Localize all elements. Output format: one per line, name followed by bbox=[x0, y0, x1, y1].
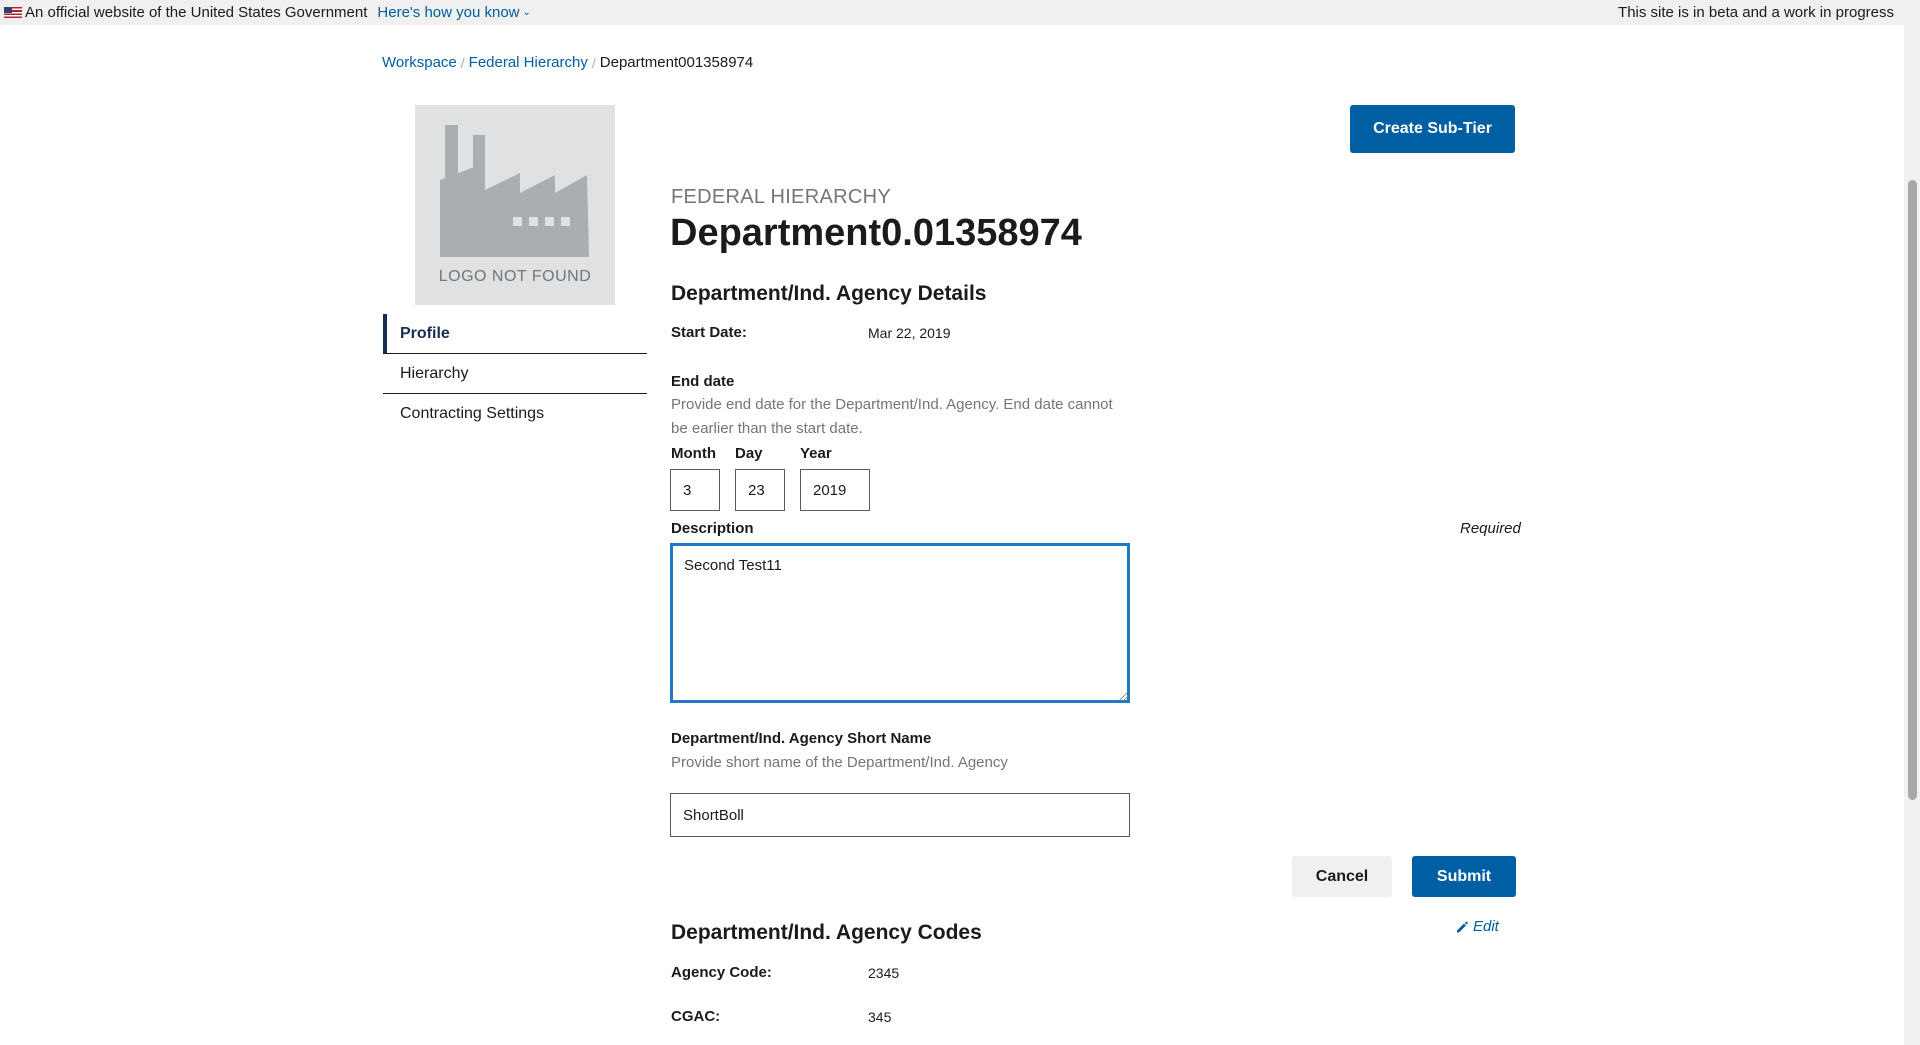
create-sub-tier-button[interactable]: Create Sub-Tier bbox=[1350, 105, 1515, 153]
end-date-month-input[interactable] bbox=[670, 469, 720, 511]
resize-handle-icon[interactable] bbox=[1119, 692, 1128, 701]
submit-button[interactable]: Submit bbox=[1412, 856, 1516, 897]
breadcrumb-separator: / bbox=[591, 54, 596, 71]
end-date-year-input[interactable] bbox=[800, 469, 870, 511]
cancel-button[interactable]: Cancel bbox=[1292, 856, 1392, 897]
cgac-value: 345 bbox=[868, 1009, 892, 1025]
side-navigation: Profile Hierarchy Contracting Settings bbox=[383, 314, 647, 434]
sidenav-item-profile[interactable]: Profile bbox=[383, 314, 647, 354]
sidenav-item-contracting-settings[interactable]: Contracting Settings bbox=[383, 394, 647, 434]
short-name-input[interactable] bbox=[670, 793, 1130, 837]
breadcrumb-current: Department001358974 bbox=[599, 54, 754, 71]
breadcrumb-federal-hierarchy[interactable]: Federal Hierarchy bbox=[469, 54, 588, 71]
chevron-down-icon: ⌄ bbox=[522, 7, 531, 18]
start-date-value: Mar 22, 2019 bbox=[868, 325, 951, 341]
agency-code-label: Agency Code: bbox=[671, 964, 772, 981]
how-you-know-label: Here's how you know bbox=[377, 4, 520, 21]
year-label: Year bbox=[800, 445, 832, 462]
end-date-day-input[interactable] bbox=[735, 469, 785, 511]
description-label: Description bbox=[671, 520, 754, 537]
sidenav-item-hierarchy[interactable]: Hierarchy bbox=[383, 354, 647, 394]
short-name-label: Department/Ind. Agency Short Name bbox=[671, 730, 932, 747]
scrollbar-thumb[interactable] bbox=[1908, 180, 1917, 800]
page-eyebrow: FEDERAL HIERARCHY bbox=[671, 186, 891, 208]
pencil-icon bbox=[1457, 920, 1468, 932]
description-textarea[interactable]: Second Test11 bbox=[670, 543, 1130, 703]
logo-not-found-text: LOGO NOT FOUND bbox=[438, 268, 592, 285]
agency-logo-placeholder: LOGO NOT FOUND bbox=[415, 105, 615, 305]
edit-label: Edit bbox=[1473, 918, 1499, 935]
day-label: Day bbox=[735, 445, 763, 462]
edit-codes-link[interactable]: Edit bbox=[1455, 918, 1499, 935]
start-date-label: Start Date: bbox=[671, 324, 747, 341]
official-site-text: An official website of the United States… bbox=[25, 4, 368, 21]
cgac-label: CGAC: bbox=[671, 1008, 721, 1025]
breadcrumb: Workspace / Federal Hierarchy / Departme… bbox=[382, 54, 753, 71]
factory-icon bbox=[440, 125, 589, 257]
page-scrollbar[interactable] bbox=[1904, 25, 1920, 1045]
breadcrumb-workspace[interactable]: Workspace bbox=[382, 54, 457, 71]
short-name-hint: Provide short name of the Department/Ind… bbox=[671, 754, 1008, 771]
agency-code-value: 2345 bbox=[868, 965, 900, 981]
how-you-know-toggle[interactable]: Here's how you know ⌄ bbox=[377, 4, 531, 21]
beta-notice: This site is in beta and a work in progr… bbox=[1618, 4, 1894, 21]
details-section-title: Department/Ind. Agency Details bbox=[671, 282, 987, 305]
breadcrumb-separator: / bbox=[460, 54, 465, 71]
month-label: Month bbox=[671, 445, 716, 462]
page-title: Department0.01358974 bbox=[670, 212, 1082, 254]
end-date-hint: Provide end date for the Department/Ind.… bbox=[671, 396, 1113, 437]
end-date-label: End date bbox=[671, 373, 735, 390]
gov-banner: An official website of the United States… bbox=[0, 0, 1920, 25]
required-indicator: Required bbox=[1460, 520, 1521, 537]
codes-section-title: Department/Ind. Agency Codes bbox=[671, 921, 982, 944]
us-flag-icon bbox=[4, 7, 22, 18]
